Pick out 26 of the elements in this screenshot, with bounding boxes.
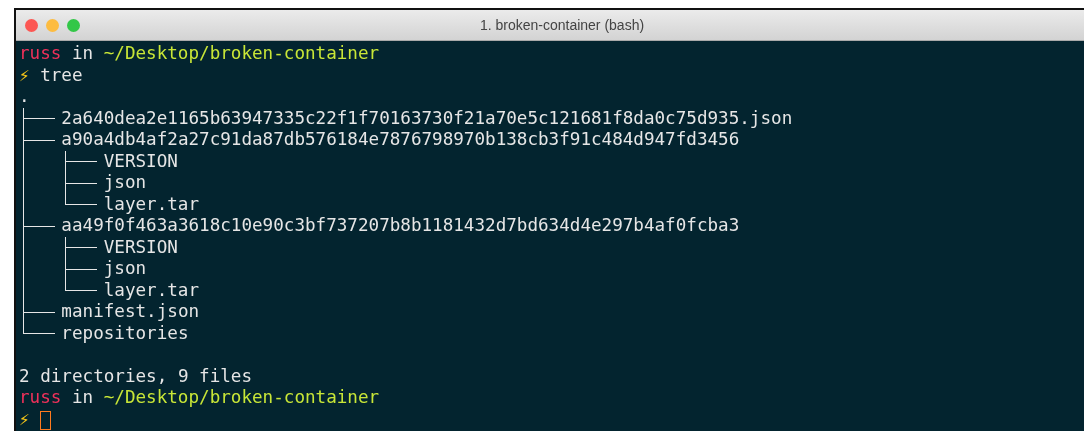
prompt-word: in <box>71 43 94 65</box>
file-name: 2a640dea2e1165b63947335c22f1f70163730f21a70e5c121681f8da0c75d935.json <box>61 107 793 129</box>
file-name: json <box>103 258 147 280</box>
file-name: VERSION <box>103 150 178 172</box>
command-text: tree <box>40 64 83 86</box>
prompt-symbol: ⚡ <box>19 64 30 86</box>
file-name: repositories <box>61 322 189 344</box>
prompt-user: russ <box>19 43 62 65</box>
file-name: layer.tar <box>103 279 200 301</box>
file-name: layer.tar <box>103 193 200 215</box>
close-button[interactable] <box>25 18 38 32</box>
output-text: 2 directories, 9 files <box>19 365 253 387</box>
file-name: aa49f0f463a3618c10e90c3bf737207b8b1181432d7bd634d4e297b4af0fcba3 <box>61 215 740 237</box>
minimize-button[interactable] <box>46 18 59 32</box>
window-title: 1. broken-container (bash) <box>478 17 646 33</box>
file-name: VERSION <box>103 236 178 258</box>
file-name: json <box>103 172 147 194</box>
file-name: manifest.json <box>61 301 200 323</box>
zoom-button[interactable] <box>67 18 80 32</box>
prompt-symbol: ⚡ <box>19 408 30 430</box>
prompt-word: in <box>71 387 94 409</box>
prompt-user: russ <box>19 387 62 409</box>
tree-root: . <box>19 86 30 108</box>
prompt-path: ~/Desktop/broken-container <box>103 387 380 409</box>
file-name: a90a4db4af2a27c91da87db576184e7876798970b138cb3f91c484d947fd3456 <box>61 129 740 151</box>
prompt-path: ~/Desktop/broken-container <box>103 43 380 65</box>
